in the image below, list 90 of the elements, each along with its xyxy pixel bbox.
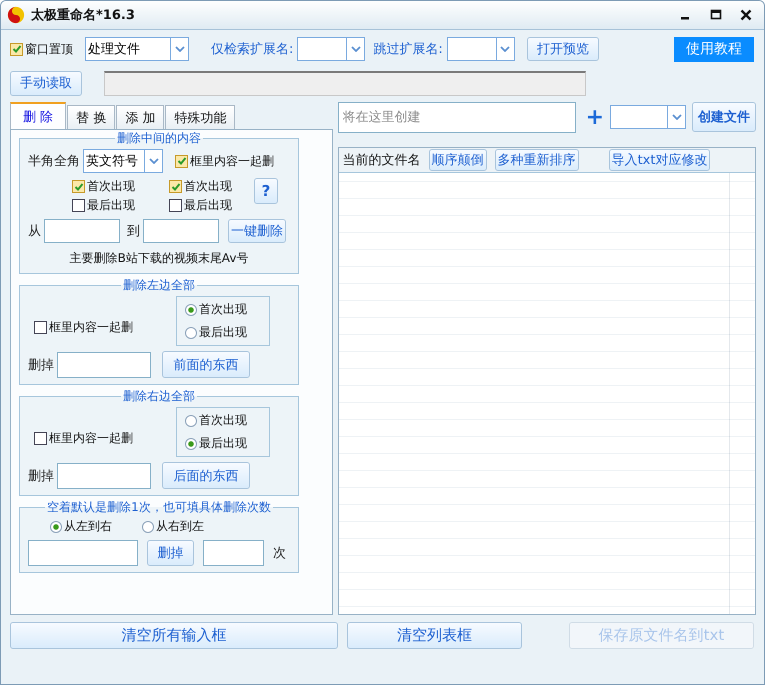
checkbox-label: 最后出现	[87, 197, 135, 214]
radio-button[interactable]	[185, 414, 197, 426]
yin-yang-icon	[7, 6, 25, 24]
delete-button[interactable]: 删掉	[147, 540, 194, 566]
chevron-down-icon	[148, 158, 158, 164]
dropdown[interactable]	[446, 37, 515, 61]
manual-read-button[interactable]: 手动读取	[10, 70, 82, 96]
checkbox-box[interactable]	[169, 180, 182, 193]
from-label: 从	[28, 223, 41, 240]
checkbox-box[interactable]	[34, 432, 47, 445]
file-list[interactable]: 当前的文件名 顺序颠倒 多种重新排序 导入txt对应修改	[338, 147, 756, 615]
one-click-delete-button[interactable]: 一键删除	[228, 219, 286, 243]
to-field[interactable]	[143, 219, 219, 243]
chevron-down-icon	[174, 46, 184, 52]
tab[interactable]: 删 除	[10, 102, 66, 129]
action-button[interactable]: 清空所有输入框	[10, 622, 338, 649]
action-button[interactable]: 清空列表框	[347, 622, 522, 649]
skip-extension-label: 跳过扩展名:	[373, 41, 443, 58]
checkbox[interactable]: 最后出现	[72, 197, 135, 214]
radio-button[interactable]	[185, 304, 197, 316]
radio-label: 最后出现	[199, 324, 247, 341]
radio-label: 首次出现	[199, 301, 247, 318]
radio-label: 从左到右	[64, 518, 112, 535]
radio-label: 最后出现	[199, 435, 247, 452]
checkbox[interactable]: 框里内容一起删	[175, 152, 274, 170]
delete-label: 删掉	[28, 356, 54, 374]
tab[interactable]: 特殊功能	[165, 105, 236, 129]
radio-button[interactable]	[142, 520, 154, 532]
text-field[interactable]	[57, 462, 151, 488]
checkbox-box[interactable]	[72, 180, 85, 193]
checkbox-label: 窗口置顶	[25, 40, 73, 58]
checkbox-box[interactable]	[34, 321, 47, 334]
group-title: 空着默认是删除1次，也可填具体删除次数	[46, 499, 272, 516]
open-preview-button[interactable]: 打开预览	[526, 37, 599, 61]
delete-part-button[interactable]: 前面的东西	[162, 351, 250, 378]
checkbox-label: 框里内容一起删	[49, 430, 133, 447]
delete-part-button[interactable]: 后面的东西	[162, 462, 250, 489]
group-title: 删除中间的内容	[116, 130, 202, 147]
checkbox-label: 框里内容一起删	[49, 319, 133, 336]
dropdown[interactable]: 处理文件	[85, 37, 189, 61]
radio-label: 首次出现	[199, 412, 247, 429]
group-title: 删除左边全部	[122, 277, 196, 294]
checkbox[interactable]: 首次出现	[72, 178, 135, 195]
width-label: 半角全角	[28, 153, 80, 170]
maximize-icon[interactable]	[710, 9, 722, 21]
from-field[interactable]	[44, 219, 120, 243]
close-icon[interactable]	[740, 9, 752, 21]
checkbox-label: 首次出现	[184, 178, 232, 195]
checkbox-box[interactable]	[175, 154, 188, 168]
count-field[interactable]	[203, 540, 264, 566]
to-label: 到	[127, 223, 140, 240]
checkbox-label: 最后出现	[184, 197, 232, 214]
tab[interactable]: 添 加	[116, 105, 164, 129]
window-title: 太极重命名*16.3	[31, 6, 135, 24]
checkbox[interactable]: 框里内容一起删	[34, 319, 133, 336]
checkbox-label: 框里内容一起删	[190, 152, 274, 170]
group-title: 删除右边全部	[122, 388, 196, 405]
header-button[interactable]: 顺序颠倒	[428, 149, 487, 171]
chevron-down-icon	[350, 46, 361, 52]
note-text: 主要删除B站下载的视频末尾Av号	[68, 250, 250, 267]
create-file-button[interactable]: 创建文件	[692, 102, 756, 132]
help-button[interactable]: ?	[254, 178, 278, 204]
delete-label: 删掉	[28, 468, 54, 484]
chevron-down-icon	[500, 46, 510, 52]
column-header: 当前的文件名	[342, 152, 421, 169]
chevron-down-icon	[672, 114, 682, 120]
text-field[interactable]	[28, 540, 138, 566]
text-field[interactable]	[57, 352, 151, 378]
checkbox-box[interactable]	[72, 199, 85, 212]
plus-sign: +	[586, 104, 604, 130]
radio-button[interactable]	[185, 326, 197, 338]
radio-button[interactable]	[50, 520, 62, 532]
checkbox[interactable]: 窗口置顶	[10, 40, 73, 58]
tab[interactable]: 替 换	[67, 105, 116, 129]
times-label: 次	[273, 545, 286, 562]
header-button[interactable]: 多种重新排序	[494, 149, 579, 171]
checkbox-box[interactable]	[10, 42, 23, 56]
create-name-field[interactable]: 将在这里创建	[338, 102, 576, 132]
radio-label: 从右到左	[156, 518, 204, 535]
checkbox[interactable]: 框里内容一起删	[34, 430, 133, 447]
dropdown[interactable]	[297, 37, 366, 61]
radio-button[interactable]	[185, 438, 197, 450]
dropdown[interactable]	[610, 105, 686, 129]
dropdown[interactable]: 英文符号	[83, 149, 163, 173]
checkbox-label: 首次出现	[87, 178, 135, 195]
search-extension-label: 仅检索扩展名:	[211, 41, 294, 58]
checkbox[interactable]: 首次出现	[169, 178, 232, 195]
header-button[interactable]: 导入txt对应修改	[608, 149, 710, 171]
checkbox-box[interactable]	[169, 199, 182, 212]
checkbox[interactable]: 最后出现	[169, 197, 232, 214]
